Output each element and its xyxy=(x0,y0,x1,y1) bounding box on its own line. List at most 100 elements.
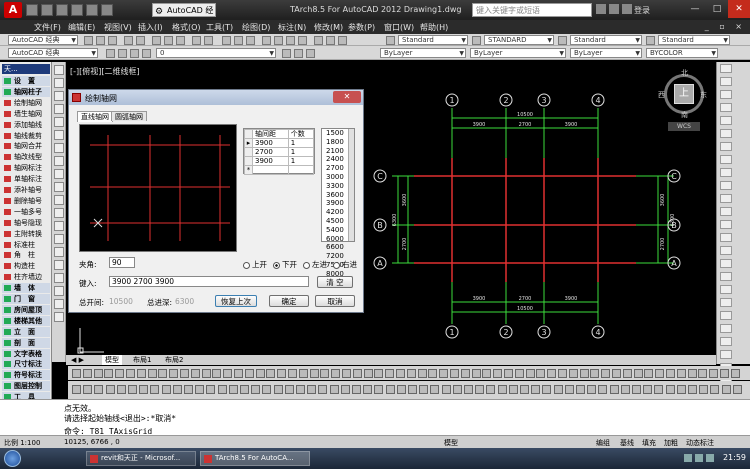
tangent-tool-icon[interactable] xyxy=(93,369,103,378)
clock[interactable]: 21:59 xyxy=(723,453,746,462)
tangent-tool-icon[interactable] xyxy=(374,385,384,394)
tangent-tool-icon[interactable] xyxy=(374,369,384,378)
tool-icon[interactable] xyxy=(720,207,732,216)
tangent-tool-icon[interactable] xyxy=(406,369,416,378)
tool-icon[interactable] xyxy=(720,298,732,307)
edit-toggle[interactable]: 编组 xyxy=(596,438,610,448)
tangent-tool-icon[interactable] xyxy=(666,369,675,378)
tangent-tool-icon[interactable] xyxy=(385,385,395,394)
palette-select[interactable]: AutoCAD 经典 ▼ xyxy=(8,48,98,58)
tangent-tool-icon[interactable] xyxy=(450,369,459,378)
layer-previous-icon[interactable] xyxy=(294,49,303,58)
tangent-tool-icon[interactable] xyxy=(352,385,361,394)
tangent-tool-icon[interactable] xyxy=(620,385,630,394)
color-select[interactable]: ByLayer ▼ xyxy=(380,48,466,58)
tool-icon[interactable] xyxy=(720,155,732,164)
tangent-tool-icon[interactable] xyxy=(115,369,125,378)
tangent-tool-icon[interactable] xyxy=(568,369,578,378)
spacing-cell[interactable]: 3900 xyxy=(252,156,289,166)
copy-object-icon[interactable] xyxy=(54,78,64,88)
make-current-icon[interactable] xyxy=(282,49,291,58)
tangent-tool-icon[interactable] xyxy=(504,369,513,378)
tangent-tool-icon[interactable] xyxy=(699,385,709,394)
tool-icon[interactable] xyxy=(720,103,732,112)
radio-upper[interactable]: 上开 xyxy=(243,259,267,270)
tool-palette-icon[interactable] xyxy=(286,36,295,45)
tangent-tool-icon[interactable] xyxy=(709,369,719,378)
design-center-icon[interactable] xyxy=(274,36,283,45)
palette-item[interactable]: 设 置 xyxy=(2,76,50,86)
tangent-tool-icon[interactable] xyxy=(643,385,653,394)
open-file-icon[interactable] xyxy=(96,36,105,45)
tool-icon[interactable] xyxy=(720,220,732,229)
tangent-tool-icon[interactable] xyxy=(255,369,265,378)
save-icon[interactable] xyxy=(56,4,68,16)
wcs-menu[interactable]: WCS xyxy=(668,122,700,131)
tangent-tool-icon[interactable] xyxy=(439,369,449,378)
palette-header[interactable]: 天... xyxy=(2,64,50,74)
dynamic-dim-toggle[interactable]: 动态标注 xyxy=(686,438,714,448)
tool-icon[interactable] xyxy=(720,142,732,151)
extend-icon[interactable] xyxy=(54,195,64,205)
tangent-tool-icon[interactable] xyxy=(471,369,481,378)
tab-model[interactable]: 模型 xyxy=(102,355,122,365)
tangent-tool-icon[interactable] xyxy=(150,385,160,394)
tangent-tool-icon[interactable] xyxy=(251,385,261,394)
tangent-tool-icon[interactable] xyxy=(525,369,535,378)
print-icon[interactable] xyxy=(101,4,113,16)
paste-icon[interactable] xyxy=(176,36,185,45)
polyline-icon[interactable] xyxy=(54,312,64,322)
palette-item[interactable]: 房间屋顶 xyxy=(2,304,50,315)
palette-item[interactable]: 符号标注 xyxy=(2,370,50,381)
table-style-select[interactable]: Standard ▼ xyxy=(570,35,642,45)
tangent-tool-icon[interactable] xyxy=(486,385,496,394)
spacing-cell[interactable]: 2700 xyxy=(252,147,289,157)
menu-view[interactable]: 视图(V) xyxy=(104,22,132,33)
array-icon[interactable] xyxy=(54,117,64,127)
palette-item[interactable]: 墙 体 xyxy=(2,283,50,294)
tool-icon[interactable] xyxy=(720,194,732,203)
angle-input[interactable]: 90 xyxy=(109,257,135,268)
tangent-tool-icon[interactable] xyxy=(244,369,254,378)
tangent-tool-icon[interactable] xyxy=(542,385,552,394)
tool-icon[interactable] xyxy=(720,90,732,99)
tangent-tool-icon[interactable] xyxy=(329,385,339,394)
tangent-tool-icon[interactable] xyxy=(514,369,524,378)
tangent-tool-icon[interactable] xyxy=(318,385,328,394)
tangent-tool-icon[interactable] xyxy=(622,369,632,378)
menu-parametric[interactable]: 参数(P) xyxy=(348,22,375,33)
light-bulb-icon[interactable] xyxy=(118,49,127,58)
tangent-tool-icon[interactable] xyxy=(612,369,621,378)
tangent-tool-icon[interactable] xyxy=(452,385,462,394)
tool-icon[interactable] xyxy=(720,181,732,190)
tangent-tool-icon[interactable] xyxy=(83,385,93,394)
undo-icon[interactable] xyxy=(192,36,201,45)
line-icon[interactable] xyxy=(54,273,64,283)
tool-icon[interactable] xyxy=(720,64,732,73)
palette-item[interactable]: 删除轴号 xyxy=(2,196,50,206)
tangent-tool-icon[interactable] xyxy=(180,369,189,378)
tangent-tool-icon[interactable] xyxy=(104,369,114,378)
save-file-icon[interactable] xyxy=(108,36,117,45)
palette-item[interactable]: 添加轴线 xyxy=(2,120,50,130)
tangent-tool-icon[interactable] xyxy=(508,385,518,394)
palette-item[interactable]: 轴网合并 xyxy=(2,141,50,151)
viewcube[interactable]: 上 北 南 东 西 WCS xyxy=(658,68,708,132)
count-cell[interactable]: 1 xyxy=(287,156,315,166)
tangent-tool-icon[interactable] xyxy=(720,369,729,378)
tangent-tool-icon[interactable] xyxy=(116,385,126,394)
menu-tools[interactable]: 工具(T) xyxy=(206,22,233,33)
tangent-tool-icon[interactable] xyxy=(576,385,585,394)
mleader-style-select[interactable]: Standard ▼ xyxy=(658,35,730,45)
tool-icon[interactable] xyxy=(720,337,732,346)
palette-item[interactable]: 构造柱 xyxy=(2,261,50,271)
tangent-tool-icon[interactable] xyxy=(340,385,350,394)
tangent-tool-icon[interactable] xyxy=(730,369,740,378)
mirror-icon[interactable] xyxy=(54,91,64,101)
tool-icon[interactable] xyxy=(720,129,732,138)
menu-window[interactable]: 窗口(W) xyxy=(384,22,414,33)
user-icon[interactable] xyxy=(622,4,632,14)
tangent-tool-icon[interactable] xyxy=(240,385,249,394)
copy-icon[interactable] xyxy=(164,36,173,45)
tangent-tool-icon[interactable] xyxy=(234,369,243,378)
